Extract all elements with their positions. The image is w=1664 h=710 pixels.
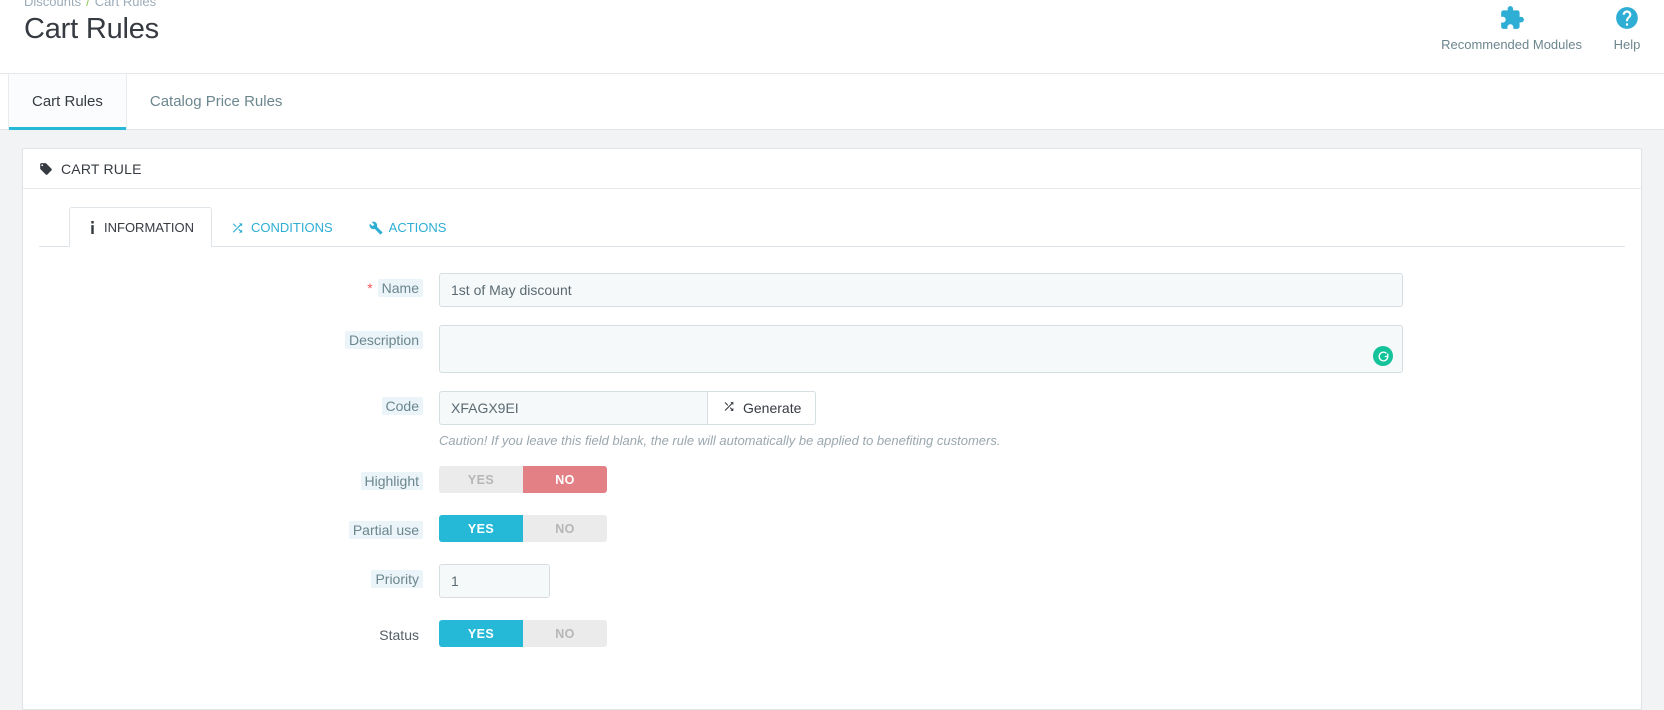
inner-tab-actions-label: ACTIONS: [388, 220, 447, 235]
cart-rule-panel: CART RULE INFORMATION CONDITIONS ACTIONS…: [22, 148, 1642, 710]
help-label: Help: [1613, 37, 1641, 52]
puzzle-piece-icon: [1499, 4, 1525, 32]
inner-tabs: INFORMATION CONDITIONS ACTIONS: [39, 189, 1625, 247]
question-circle-icon: [1614, 4, 1640, 32]
breadcrumb-current: Cart Rules: [94, 0, 157, 9]
description-textarea[interactable]: [439, 325, 1403, 373]
highlight-toggle[interactable]: YES NO: [439, 466, 607, 493]
code-help-text: Caution! If you leave this field blank, …: [439, 433, 1001, 448]
status-no-option[interactable]: NO: [523, 620, 607, 647]
priority-label-text: Priority: [371, 570, 423, 588]
breadcrumb-parent[interactable]: Discounts: [24, 0, 81, 9]
cart-rule-form: *Name Description: [23, 247, 1641, 647]
main-tabs: Cart Rules Catalog Price Rules: [0, 74, 1664, 130]
tab-catalog-price-rules-label: Catalog Price Rules: [149, 93, 283, 110]
recommended-modules-button[interactable]: Recommended Modules: [1441, 4, 1582, 52]
required-marker: *: [367, 280, 373, 296]
recommended-modules-label: Recommended Modules: [1441, 37, 1582, 52]
name-label: * Name: [39, 273, 439, 297]
name-label-text: Name: [377, 279, 423, 297]
page-title: Cart Rules: [24, 13, 159, 45]
highlight-label: Highlight: [39, 466, 439, 490]
code-label: Code: [39, 391, 439, 415]
panel-heading: CART RULE: [23, 149, 1641, 189]
status-label: Status: [39, 620, 439, 643]
inner-tab-conditions[interactable]: CONDITIONS: [212, 207, 351, 247]
partial-use-no-option[interactable]: NO: [523, 515, 607, 542]
description-label: Description: [39, 325, 439, 349]
tab-cart-rules-label: Cart Rules: [32, 93, 103, 110]
highlight-no-option[interactable]: NO: [523, 466, 607, 493]
partial-use-yes-option[interactable]: YES: [439, 515, 523, 542]
priority-input[interactable]: [439, 564, 550, 598]
form-row-code: Code Generate: [39, 391, 1625, 448]
breadcrumb: Discounts / Cart Rules: [24, 0, 156, 9]
inner-tab-information-label: INFORMATION: [104, 220, 195, 235]
code-input-group: Generate: [439, 391, 1625, 425]
code-label-text: Code: [381, 397, 423, 415]
tab-cart-rules[interactable]: Cart Rules: [8, 74, 127, 130]
grammarly-icon[interactable]: [1373, 346, 1393, 366]
shuffle-icon: [722, 400, 736, 416]
code-input[interactable]: [439, 391, 707, 425]
help-button[interactable]: Help: [1604, 4, 1650, 52]
inner-tab-actions[interactable]: ACTIONS: [351, 207, 465, 247]
shuffle-icon: [230, 221, 245, 235]
status-yes-option[interactable]: YES: [439, 620, 523, 647]
content-area: CART RULE INFORMATION CONDITIONS ACTIONS…: [0, 130, 1664, 710]
form-row-description: Description: [39, 325, 1625, 373]
form-row-partial-use: Partial use YES NO: [39, 515, 1625, 542]
status-toggle[interactable]: YES NO: [439, 620, 607, 647]
header-actions: Recommended Modules Help: [1441, 4, 1650, 52]
generate-code-label: Generate: [743, 400, 802, 416]
description-label-text: Description: [344, 331, 423, 349]
partial-use-label-text: Partial use: [348, 521, 423, 539]
panel-heading-label: CART RULE: [61, 161, 142, 177]
form-row-status: Status YES NO: [39, 620, 1625, 647]
form-row-highlight: Highlight YES NO: [39, 466, 1625, 493]
inner-tab-information[interactable]: INFORMATION: [69, 207, 213, 247]
status-label-text: Status: [379, 627, 419, 643]
highlight-yes-option[interactable]: YES: [439, 466, 523, 493]
form-row-name: * Name: [39, 273, 1625, 307]
breadcrumb-separator: /: [86, 0, 90, 9]
inner-tab-conditions-label: CONDITIONS: [251, 220, 333, 235]
wrench-icon: [369, 221, 383, 235]
page-header: Discounts / Cart Rules Cart Rules Recommen…: [0, 0, 1664, 74]
info-icon: [87, 221, 98, 234]
highlight-label-text: Highlight: [360, 472, 423, 490]
tab-catalog-price-rules[interactable]: Catalog Price Rules: [127, 74, 306, 129]
partial-use-label: Partial use: [39, 515, 439, 539]
tag-icon: [39, 162, 53, 176]
name-input[interactable]: [439, 273, 1403, 307]
generate-code-button[interactable]: Generate: [707, 391, 817, 425]
form-row-priority: Priority: [39, 564, 1625, 598]
partial-use-toggle[interactable]: YES NO: [439, 515, 607, 542]
priority-label: Priority: [39, 564, 439, 588]
